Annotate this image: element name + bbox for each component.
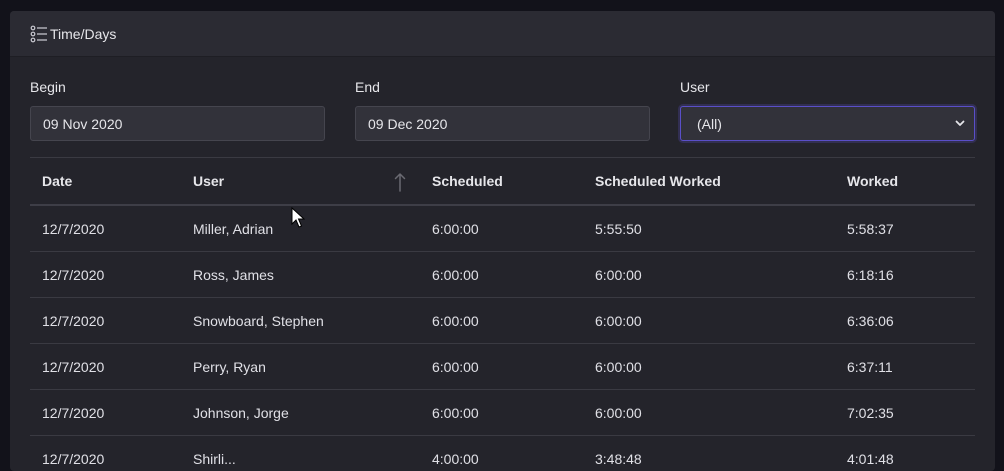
table-row[interactable]: 12/7/2020 Snowboard, Stephen 6:00:00 6:0…	[30, 298, 975, 344]
cell-worked: 6:18:16	[835, 252, 975, 298]
cell-user: Ross, James	[181, 252, 420, 298]
column-header-scheduled[interactable]: Scheduled	[420, 158, 583, 206]
cell-date: 12/7/2020	[30, 298, 181, 344]
column-header-user[interactable]: User	[181, 158, 420, 206]
cell-scheduled: 4:00:00	[420, 436, 583, 471]
mouse-cursor-icon	[291, 207, 305, 234]
table-row[interactable]: 12/7/2020 Shirli... 4:00:00 3:48:48 4:01…	[30, 436, 975, 471]
filters: Begin End User (All)	[10, 57, 995, 157]
cell-worked: 6:36:06	[835, 298, 975, 344]
page-title: Time/Days	[50, 26, 116, 42]
cell-user: Snowboard, Stephen	[181, 298, 420, 344]
cell-date: 12/7/2020	[30, 252, 181, 298]
cell-scheduled: 6:00:00	[420, 252, 583, 298]
cell-user: Perry, Ryan	[181, 344, 420, 390]
cell-scheduled: 6:00:00	[420, 205, 583, 252]
end-label: End	[355, 79, 380, 95]
card-header: Time/Days	[10, 11, 995, 57]
begin-date-input[interactable]	[30, 106, 325, 141]
sort-arrow-up-icon[interactable]	[394, 172, 406, 195]
user-select-value: (All)	[697, 116, 722, 132]
table-header-row: Date User Scheduled Scheduled Worked Wor…	[30, 158, 975, 206]
cell-scheduled-worked: 3:48:48	[583, 436, 835, 471]
time-days-card: Time/Days Begin End User (All) Date	[10, 11, 995, 471]
cell-scheduled: 6:00:00	[420, 390, 583, 436]
cell-scheduled-worked: 6:00:00	[583, 390, 835, 436]
user-select[interactable]: (All)	[680, 106, 975, 141]
cell-worked: 7:02:35	[835, 390, 975, 436]
cell-worked: 4:01:48	[835, 436, 975, 471]
cell-user: Shirli...	[181, 436, 420, 471]
column-header-worked[interactable]: Worked	[835, 158, 975, 206]
cell-scheduled: 6:00:00	[420, 298, 583, 344]
cell-worked: 6:37:11	[835, 344, 975, 390]
end-date-input[interactable]	[355, 106, 650, 141]
cell-scheduled-worked: 5:55:50	[583, 205, 835, 252]
cell-user: Johnson, Jorge	[181, 390, 420, 436]
cell-scheduled-worked: 6:00:00	[583, 252, 835, 298]
chevron-down-icon	[954, 116, 966, 132]
cell-scheduled-worked: 6:00:00	[583, 344, 835, 390]
cell-date: 12/7/2020	[30, 390, 181, 436]
table-row[interactable]: 12/7/2020 Johnson, Jorge 6:00:00 6:00:00…	[30, 390, 975, 436]
column-header-date[interactable]: Date	[30, 158, 181, 206]
column-header-scheduled-worked[interactable]: Scheduled Worked	[583, 158, 835, 206]
table-row[interactable]: 12/7/2020 Perry, Ryan 6:00:00 6:00:00 6:…	[30, 344, 975, 390]
table-row[interactable]: 12/7/2020 Miller, Adrian 6:00:00 5:55:50…	[30, 205, 975, 252]
cell-worked: 5:58:37	[835, 205, 975, 252]
table-row[interactable]: 12/7/2020 Ross, James 6:00:00 6:00:00 6:…	[30, 252, 975, 298]
time-table: Date User Scheduled Scheduled Worked Wor…	[30, 157, 975, 471]
cell-date: 12/7/2020	[30, 344, 181, 390]
cell-scheduled-worked: 6:00:00	[583, 298, 835, 344]
cell-date: 12/7/2020	[30, 436, 181, 471]
cell-scheduled: 6:00:00	[420, 344, 583, 390]
user-label: User	[680, 79, 710, 95]
begin-label: Begin	[30, 79, 66, 95]
cell-date: 12/7/2020	[30, 205, 181, 252]
list-icon	[30, 25, 48, 43]
